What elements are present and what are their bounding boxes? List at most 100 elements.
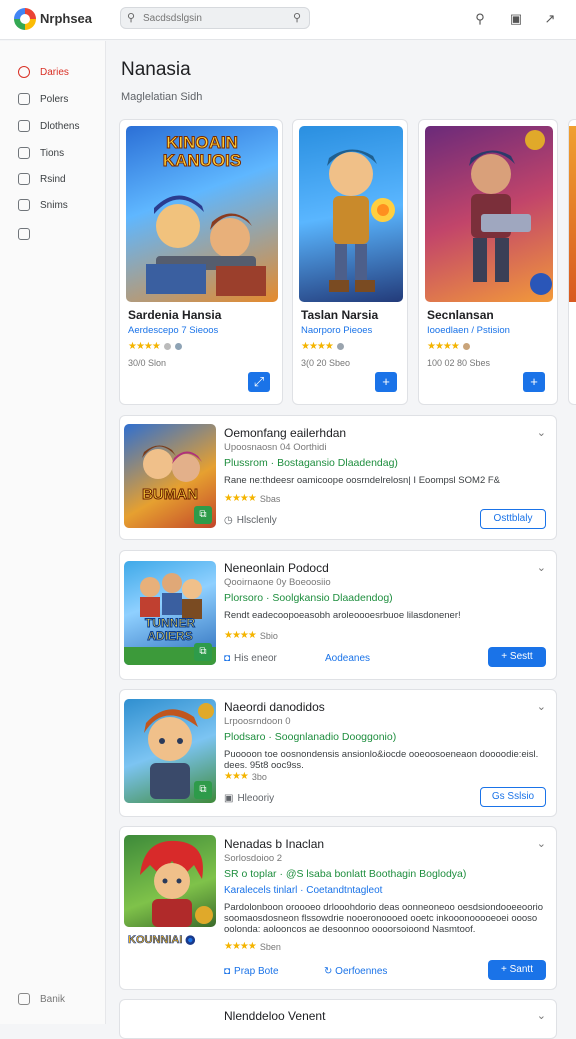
history-link[interactable]: ◘ Prap Bote <box>224 966 279 977</box>
install-button[interactable]: + Sestt <box>488 647 546 667</box>
apps-icon <box>18 93 30 105</box>
app-downloads: 3(0 20 Sbeo <box>301 358 351 368</box>
chevron-down-icon[interactable]: ⌄ <box>537 426 546 439</box>
rating-dot-icon <box>462 343 470 350</box>
history-link[interactable]: ▣ Hleooriy <box>224 793 274 804</box>
install-button[interactable]: + Santt <box>488 960 546 980</box>
game-artwork <box>299 126 403 302</box>
app-description: Rendt eadecoopoeasobh aroleoooesrbuoe li… <box>224 610 461 621</box>
clock-icon: ◷ <box>224 515 233 526</box>
list-item[interactable]: TUNNER ADIERS ⧉ Neneonlain Podocd Qooirn… <box>119 550 557 680</box>
bank-icon <box>18 993 30 1005</box>
search-bar[interactable]: ⚲ ⚲ <box>120 7 310 29</box>
app-name: Taslan Narsia <box>301 308 379 322</box>
trending-icon[interactable]: ↗ <box>540 9 560 29</box>
sidebar-item-label: Polers <box>40 93 69 105</box>
app-rating: ★★★★ <box>301 341 344 352</box>
chevron-down-icon[interactable]: ⌄ <box>537 561 546 574</box>
list-item[interactable]: KOUNNIAI ◉ Nenadas b Inaclan Sorlosdoioo… <box>119 826 557 990</box>
app-subline[interactable]: Karalecels tinlarl · Coetandtntagleot <box>224 885 382 896</box>
thumbnail-title: TUNNER ADIERS <box>145 616 196 643</box>
calendar-icon: ▣ <box>224 793 234 804</box>
sidebar-item-label: Daries <box>40 66 69 78</box>
sidebar-item-daries[interactable]: Daries <box>18 63 69 81</box>
featured-card[interactable]: Secnlansan Iooedlaen / Pstision ★★★★ 100… <box>418 119 558 405</box>
list-item[interactable]: ⧉ Naeordi danodidos Lrpoosrndoon 0 Plods… <box>119 689 557 817</box>
sidebar-item-extra[interactable] <box>18 225 40 243</box>
rating-stars: ★★★★ <box>224 630 257 641</box>
sidebar-item-snims[interactable]: Snims <box>18 196 68 214</box>
app-rating: ★★★★ Sben <box>224 941 281 952</box>
search-icon[interactable]: ⚲ <box>470 9 490 29</box>
add-button[interactable]: + <box>523 372 545 392</box>
install-label: Sestt <box>509 651 533 662</box>
app-name: Nlenddeloo Venent <box>224 1009 326 1023</box>
install-label: Santt <box>509 964 533 975</box>
search-icon: ⚲ <box>127 12 136 24</box>
refresh-icon: ↻ <box>324 966 336 977</box>
chat-icon: ◘ <box>224 653 231 664</box>
chevron-down-icon[interactable]: ⌄ <box>537 1009 546 1022</box>
library-icon <box>18 228 30 240</box>
add-button[interactable]: + <box>375 372 397 392</box>
featured-card-partial[interactable] <box>568 119 576 405</box>
app-name: Sardenia Hansia <box>128 308 222 322</box>
details-link[interactable]: Aodeanes <box>325 653 370 664</box>
search-submit-icon[interactable]: ⚲ <box>293 11 301 24</box>
sidebar-item-rsind[interactable]: Rsind <box>18 170 66 188</box>
history-link[interactable]: ◘ His eneor <box>224 653 277 664</box>
game-thumbnail: TUNNER ADIERS ⧉ <box>124 561 216 665</box>
history-label: Hlsclenly <box>236 515 277 526</box>
app-developer[interactable]: Naorporo Pieoes <box>301 325 372 336</box>
sidebar-bottom[interactable]: Banik <box>18 993 65 1005</box>
play-badge-icon: ⧉ <box>194 781 212 799</box>
search-input[interactable] <box>143 10 283 26</box>
app-developer[interactable]: Iooedlaen / Pstision <box>427 325 510 336</box>
rating-meta: Sben <box>259 941 281 952</box>
history-link[interactable]: ◷ Hlsclenly <box>224 515 277 526</box>
game-thumbnail <box>124 835 216 927</box>
sidebar-item-polers[interactable]: Polers <box>18 90 68 108</box>
app-tagline: Plodsaro · Soognlanadio Dooggonio) <box>224 731 397 743</box>
history-label: Hleooriy <box>237 793 275 804</box>
chevron-down-icon[interactable]: ⌄ <box>537 700 546 713</box>
rating-stars: ★★★★ <box>224 941 257 952</box>
logo-badge-icon: ◉ <box>182 934 196 947</box>
artwork-title: KINOAIN KANUOIS <box>162 133 242 170</box>
sidebar-item-tions[interactable]: Tions <box>18 144 64 162</box>
featured-card[interactable]: KINOAIN KANUOIS Sardenia Hansia Aerdesce… <box>119 119 283 405</box>
chevron-down-icon[interactable]: ⌄ <box>537 837 546 850</box>
details-link[interactable]: ↻ Oerfoennes <box>324 966 387 977</box>
sidebar-item-label: Snims <box>40 199 68 211</box>
game-artwork-svg <box>327 149 395 292</box>
app-developer[interactable]: Aerdescepo 7 Sieoos <box>128 325 218 336</box>
sidebar-item-dlothens[interactable]: Dlothens <box>18 117 79 135</box>
add-icon: + <box>501 651 510 662</box>
thumbnail-title-text: KOUNNIAI <box>128 934 183 947</box>
app-name: Secnlansan <box>427 308 494 322</box>
kids-icon <box>18 173 30 185</box>
game-artwork-svg <box>469 130 552 295</box>
rating-meta: Sbas <box>259 493 281 504</box>
app-rating: ★★★★ Sbas <box>224 493 280 504</box>
game-thumbnail-svg <box>140 840 213 927</box>
history-label: Prap Bote <box>234 966 279 977</box>
app-rating: ★★★ 3bo <box>224 771 267 782</box>
app-logo[interactable] <box>14 8 36 30</box>
sidebar-item-label: Tions <box>40 147 65 159</box>
expand-button[interactable]: ⤢ <box>248 372 270 392</box>
game-thumbnail: ⧉ <box>124 699 216 803</box>
app-developer: Upoosnaosn 04 Oorthidi <box>224 442 327 453</box>
rating-stars: ★★★★ <box>427 341 460 352</box>
app-rating: ★★★★ <box>427 341 470 352</box>
install-button[interactable]: Gs Sslsio <box>480 787 546 807</box>
list-item[interactable]: BUMAN ⧉ Oemonfang eailerhdan Upoosnaosn … <box>119 415 557 540</box>
game-artwork <box>425 126 553 302</box>
list-item-partial[interactable]: Nlenddeloo Venent ⌄ <box>119 999 557 1039</box>
featured-card[interactable]: Taslan Narsia Naorporo Pieoes ★★★★ 3(0 2… <box>292 119 408 405</box>
app-downloads: 100 02 80 Sbes <box>427 358 491 368</box>
apps-icon[interactable]: ▣ <box>506 9 526 29</box>
history-label: His eneor <box>234 653 277 664</box>
page-subtitle: Maglelatian Sidh <box>121 91 203 103</box>
install-button[interactable]: Osttblaly <box>480 509 546 529</box>
